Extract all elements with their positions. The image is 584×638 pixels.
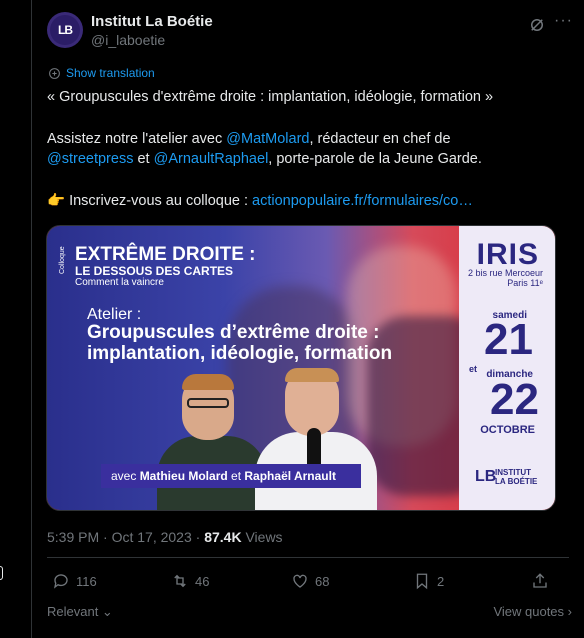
author-handle[interactable]: @i_laboetie xyxy=(91,32,165,48)
registration-link[interactable]: actionpopulaire.fr/formulaires/co… xyxy=(252,193,473,209)
translate-label: Show translation xyxy=(66,66,155,80)
atelier-title-2: implantation, idéologie, formation xyxy=(87,343,393,364)
caption-text: et xyxy=(227,469,245,483)
views-count: 87.4K xyxy=(204,529,242,545)
atelier-title-1: Groupuscules d’extrême droite : xyxy=(87,322,380,343)
poster-title: EXTRÊME DROITE : xyxy=(75,244,256,265)
avatar-logo: LB xyxy=(50,15,80,45)
action-bar: 116 46 68 2 xyxy=(47,572,569,594)
tweet-header: LB Institut La Boétie @i_laboetie ··· xyxy=(47,12,572,52)
heart-icon xyxy=(293,574,307,588)
avatar[interactable]: LB xyxy=(47,12,83,48)
sort-relevant-dropdown[interactable]: Relevant ⌄ xyxy=(47,604,113,620)
venue-address-2: Paris 11ᵉ xyxy=(507,278,543,288)
sort-label: Relevant xyxy=(47,604,99,619)
views-label: Views xyxy=(241,529,283,545)
post-date[interactable]: Oct 17, 2023 xyxy=(112,529,192,545)
text-span: , porte-parole de la Jeune Garde. xyxy=(268,151,482,167)
view-quotes-label: View quotes xyxy=(493,604,565,619)
caption-text: avec xyxy=(111,469,140,483)
and-label: et xyxy=(468,364,477,374)
text-span: et xyxy=(133,151,154,167)
mention-matmolard[interactable]: @MatMolard xyxy=(226,131,309,147)
view-quotes-link[interactable]: View quotes › xyxy=(493,604,572,619)
tweet[interactable]: LB Institut La Boétie @i_laboetie ··· Sh… xyxy=(32,0,584,638)
reply-icon xyxy=(53,574,68,589)
grok-icon[interactable] xyxy=(528,16,546,34)
colloque-tag: Colloque xyxy=(59,246,66,274)
day-number-2: 22 xyxy=(490,375,539,424)
retweet-button[interactable]: 46 xyxy=(171,572,209,590)
chevron-right-icon: › xyxy=(564,604,572,619)
retweet-icon xyxy=(174,574,186,588)
chevron-down-icon: ⌄ xyxy=(98,604,113,619)
author-name[interactable]: Institut La Boétie xyxy=(91,13,213,30)
venue-address-1: 2 bis rue Mercoeur xyxy=(467,268,543,278)
text-line-4: 👉 Inscrivez-vous au colloque : actionpop… xyxy=(47,191,557,211)
mention-streetpress[interactable]: @streetpress xyxy=(47,151,133,167)
speakers-caption: avec Mathieu Molard et Raphaël Arnault xyxy=(111,469,336,483)
reply-button[interactable]: 116 xyxy=(52,572,97,590)
poster-subtitle: LE DESSOUS DES CARTES xyxy=(75,264,234,278)
bookmark-count: 2 xyxy=(437,573,445,589)
text-span: Assistez notre l'atelier avec xyxy=(47,131,227,147)
text-line-2: Assistez notre l'atelier avec @MatMolard… xyxy=(47,129,557,149)
reply-count: 116 xyxy=(76,573,97,589)
show-translation[interactable]: Show translation xyxy=(48,66,155,80)
text-line-3: @streetpress et @ArnaultRaphael, porte-p… xyxy=(47,149,557,169)
logo-text-1: INSTITUT xyxy=(495,468,531,477)
divider xyxy=(47,557,569,558)
like-count: 68 xyxy=(315,573,330,589)
like-button[interactable]: 68 xyxy=(291,572,329,590)
month-label: OCTOBRE xyxy=(480,424,535,436)
mention-arnaultraphael[interactable]: @ArnaultRaphael xyxy=(154,151,269,167)
speaker-name-2: Raphaël Arnault xyxy=(244,469,336,483)
separator: · xyxy=(99,529,112,545)
speaker-name-1: Mathieu Molard xyxy=(139,469,228,483)
tweet-image[interactable]: Colloque EXTRÊME DROITE : LE DESSOUS DES… xyxy=(46,225,556,511)
share-icon xyxy=(533,573,547,588)
logo-text-2: LA BOÉTIE xyxy=(495,477,538,486)
day-number-1: 21 xyxy=(484,315,533,364)
more-icon[interactable]: ··· xyxy=(554,13,572,32)
pointing-hand-emoji: 👉 xyxy=(47,193,66,209)
speaker-photo-2 xyxy=(247,366,377,510)
post-time[interactable]: 5:39 PM xyxy=(47,529,99,545)
text-span: , rédacteur en chef de xyxy=(309,131,451,147)
retweet-count: 46 xyxy=(195,573,210,589)
separator: · xyxy=(191,529,205,545)
bookmark-icon xyxy=(416,573,428,590)
share-button[interactable] xyxy=(531,572,549,590)
translate-icon xyxy=(49,67,60,79)
tweet-text: « Groupuscules d'extrême droite : implan… xyxy=(47,87,557,211)
text-span: Inscrivez-vous au colloque : xyxy=(65,193,253,209)
institut-logo: LB INSTITUT LA BOÉTIE xyxy=(471,466,541,494)
logo-mark: LB xyxy=(475,468,497,485)
tweet-meta: 5:39 PM · Oct 17, 2023 · 87.4K Views xyxy=(47,529,283,545)
poster-tagline: Comment la vaincre xyxy=(75,277,164,288)
bookmark-button[interactable]: 2 xyxy=(413,572,444,590)
venue-name: IRIS xyxy=(476,238,539,271)
event-info-panel: IRIS 2 bis rue Mercoeur Paris 11ᵉ samedi… xyxy=(459,226,555,510)
text-line-1: « Groupuscules d'extrême droite : implan… xyxy=(47,89,494,105)
edge-fragment xyxy=(0,566,3,580)
